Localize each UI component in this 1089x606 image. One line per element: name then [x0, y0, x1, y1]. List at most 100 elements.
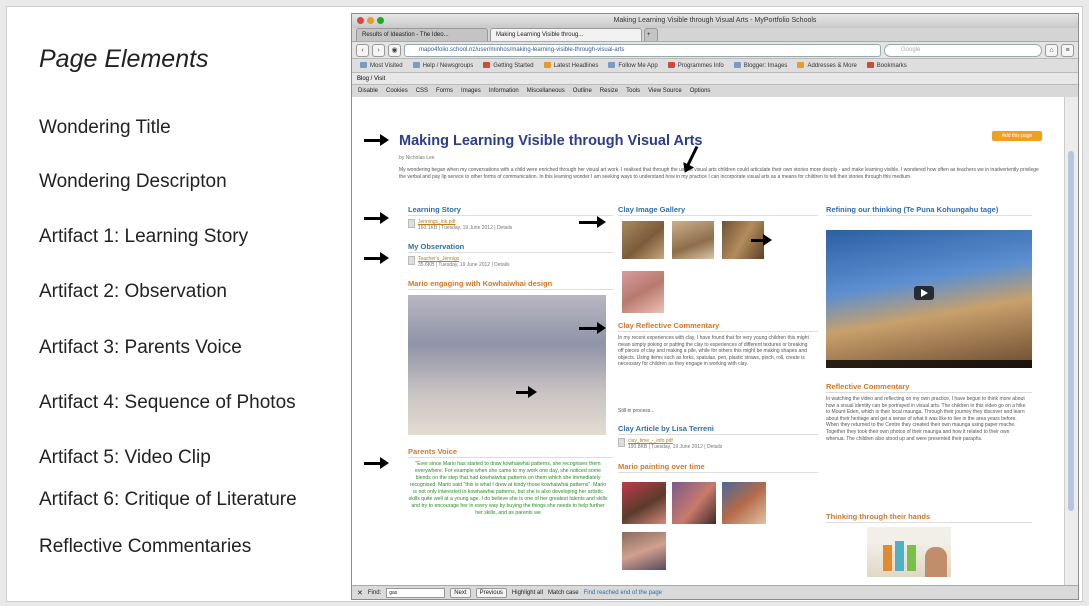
- window-title: Making Learning Visible through Visual A…: [613, 17, 817, 24]
- dev-images[interactable]: Images: [461, 88, 481, 94]
- page-content: Making Learning Visible through Visual A…: [352, 97, 1066, 585]
- find-next-button[interactable]: Next: [450, 587, 471, 598]
- thinking-hands-photo[interactable]: [867, 527, 951, 577]
- painting-photo-4[interactable]: [622, 532, 666, 570]
- child-figure: [925, 547, 947, 577]
- forward-icon[interactable]: ›: [372, 43, 385, 57]
- close-find-icon[interactable]: ✕: [357, 589, 363, 597]
- bookmarks-menu[interactable]: Bookmarks: [867, 62, 907, 69]
- navigation-bar: ‹ › ◉ mapo4folio.school.nz/user/minhos/m…: [352, 42, 1078, 59]
- arrow-to-parents-voice: [364, 457, 389, 469]
- browser-window: Making Learning Visible through Visual A…: [351, 13, 1079, 600]
- observation-heading: My Observation: [408, 242, 613, 253]
- dev-css[interactable]: CSS: [416, 88, 428, 94]
- find-status: Find reached end of the page: [583, 589, 663, 596]
- dev-outline[interactable]: Outline: [573, 88, 592, 94]
- search-input[interactable]: Google: [884, 43, 1042, 57]
- legend-item-observation: Artifact 2: Observation: [39, 281, 227, 302]
- tab-ideastion[interactable]: Results of Ideastion - The Ideo...: [356, 28, 488, 41]
- block-orange: [883, 545, 892, 571]
- slide: Page Elements Wondering Title Wondering …: [6, 6, 1083, 602]
- zoom-window-icon[interactable]: [377, 17, 384, 24]
- dev-miscellaneous[interactable]: Miscellaneous: [527, 88, 565, 94]
- tab-making-learning-visible[interactable]: Making Learning Visible throug...: [490, 28, 642, 41]
- block-green: [907, 545, 916, 571]
- clay-commentary-text: In my recent experiences with clay, I ha…: [618, 335, 809, 368]
- find-bar: ✕ Find: gas Next Previous Highlight all …: [352, 585, 1078, 599]
- clay-commentary-heading: Clay Reflective Commentary: [618, 321, 818, 332]
- arrow-to-learning-story: [364, 212, 389, 224]
- dev-resize[interactable]: Resize: [600, 88, 618, 94]
- legend-item-reflective-commentaries: Reflective Commentaries: [39, 536, 252, 557]
- clay-article-attachment[interactable]: clay_time_-_info.pdf 190.8KB | Tuesday, …: [618, 438, 722, 450]
- arrow-to-title: [364, 134, 389, 146]
- dev-disable[interactable]: Disable: [358, 88, 378, 94]
- menu-icon[interactable]: ≡: [1061, 43, 1074, 57]
- vertical-scrollbar[interactable]: [1064, 97, 1078, 585]
- learning-story-meta: 160.1KB | Tuesday, 19 June 2012 | Detail…: [418, 225, 513, 231]
- wordpress-blog-link[interactable]: Blog / Visit: [357, 76, 385, 82]
- learning-story-heading: Learning Story: [408, 205, 613, 216]
- legend-item-sequence-of-photos: Artifact 4: Sequence of Photos: [39, 392, 296, 413]
- bookmarks-bar: Most Visited Help / Newsgroups Getting S…: [352, 59, 1078, 73]
- dev-information[interactable]: Information: [489, 88, 519, 94]
- match-case-checkbox[interactable]: Match case: [548, 590, 579, 596]
- new-tab-button[interactable]: +: [644, 28, 658, 41]
- bookmark-addresses[interactable]: Addresses & More: [797, 62, 856, 69]
- painting-photo-2[interactable]: [672, 482, 716, 524]
- painting-heading: Mario painting over time: [618, 462, 818, 473]
- clay-photo-1[interactable]: [622, 221, 664, 259]
- find-previous-button[interactable]: Previous: [475, 587, 507, 598]
- page-byline[interactable]: by Nicholas Lee: [399, 155, 435, 161]
- window-controls: [357, 17, 384, 24]
- arrow-in-gallery: [751, 234, 772, 246]
- video-controls[interactable]: [826, 360, 1032, 368]
- find-label: Find:: [367, 589, 382, 596]
- scrollbar-thumb[interactable]: [1068, 151, 1074, 511]
- learning-story-attachment[interactable]: Jennings_ink.pdf 160.1KB | Tuesday, 19 J…: [408, 219, 512, 231]
- legend-item-critique-of-literature: Artifact 6: Critique of Literature: [39, 489, 297, 510]
- back-icon[interactable]: ‹: [356, 43, 369, 57]
- block-blue: [895, 541, 904, 571]
- painting-photo-1[interactable]: [622, 482, 666, 524]
- mario-kowhaiwhai-photo[interactable]: [408, 295, 606, 435]
- home-icon[interactable]: ⌂: [1045, 43, 1058, 57]
- bookmark-follow-me[interactable]: Follow Me App: [608, 62, 657, 69]
- site-identity-icon[interactable]: ◉: [388, 43, 401, 57]
- bookmark-latest-headlines[interactable]: Latest Headlines: [544, 62, 599, 69]
- clay-photo-4[interactable]: [622, 271, 664, 313]
- arrow-to-clay-commentary: [579, 322, 606, 334]
- bookmark-blogger[interactable]: Blogger: Images: [734, 62, 788, 69]
- bookmark-programmes[interactable]: Programmes Info: [668, 62, 724, 69]
- arrow-to-observation: [364, 252, 389, 264]
- dev-forms[interactable]: Forms: [436, 88, 453, 94]
- url-bar[interactable]: mapo4folio.school.nz/user/minhos/making-…: [404, 43, 881, 57]
- highlight-all-checkbox[interactable]: Highlight all: [512, 590, 543, 596]
- clay-article-heading: Clay Article by Lisa Terreni: [618, 424, 818, 435]
- legend-item-wondering-title: Wondering Title: [39, 117, 171, 138]
- window-titlebar: Making Learning Visible through Visual A…: [352, 14, 1078, 28]
- play-icon[interactable]: [914, 286, 934, 300]
- dev-options[interactable]: Options: [690, 88, 711, 94]
- painting-photo-3[interactable]: [722, 482, 766, 524]
- dev-tools[interactable]: Tools: [626, 88, 640, 94]
- bookmark-most-visited[interactable]: Most Visited: [360, 62, 403, 69]
- legend-item-learning-story: Artifact 1: Learning Story: [39, 226, 249, 247]
- clay-gallery-heading: Clay Image Gallery: [618, 205, 818, 216]
- close-window-icon[interactable]: [357, 17, 364, 24]
- dev-cookies[interactable]: Cookies: [386, 88, 408, 94]
- page-title: Making Learning Visible through Visual A…: [399, 133, 703, 149]
- find-input[interactable]: gas: [386, 587, 446, 598]
- observation-attachment[interactable]: Teacher's_Jennigs 35.6KB | Tuesday, 19 J…: [408, 256, 509, 268]
- legend-item-video-clip: Artifact 5: Video Clip: [39, 447, 211, 468]
- tab-bar: Results of Ideastion - The Ideo... Makin…: [352, 28, 1078, 42]
- clay-article-meta: 190.8KB | Tuesday, 19 June 2012 | Detail…: [628, 444, 723, 450]
- clay-photo-2[interactable]: [672, 221, 714, 259]
- bookmark-getting-started[interactable]: Getting Started: [483, 62, 533, 69]
- bookmark-help[interactable]: Help / Newsgroups: [413, 62, 474, 69]
- minimize-window-icon[interactable]: [367, 17, 374, 24]
- video-player[interactable]: [826, 230, 1032, 368]
- dev-view-source[interactable]: View Source: [648, 88, 682, 94]
- add-page-button[interactable]: Add this page: [992, 131, 1042, 141]
- arrow-on-kid-photo: [516, 386, 537, 398]
